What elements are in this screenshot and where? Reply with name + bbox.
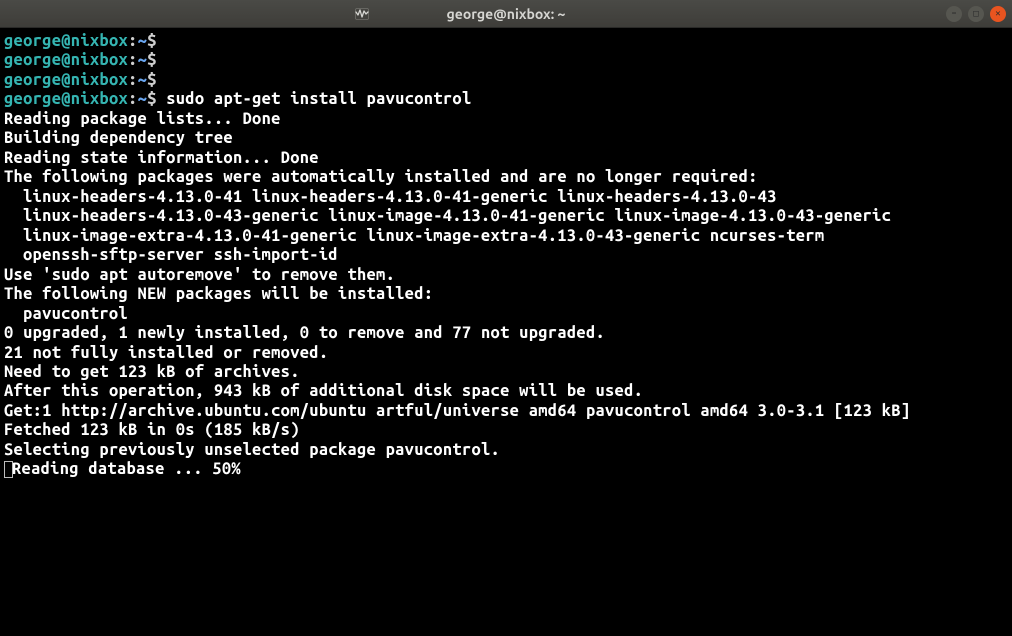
- output-line: Use 'sudo apt autoremove' to remove them…: [4, 266, 1008, 285]
- output-line: pavucontrol: [4, 305, 1008, 324]
- prompt-user: george@nixbox: [4, 51, 128, 69]
- output-line: 21 not fully installed or removed.: [4, 344, 1008, 363]
- prompt-line: george@nixbox:~$: [4, 71, 1008, 90]
- output-line: After this operation, 943 kB of addition…: [4, 382, 1008, 401]
- output-line: Building dependency tree: [4, 129, 1008, 148]
- prompt-sep: :: [128, 51, 138, 69]
- output-line: The following packages were automaticall…: [4, 168, 1008, 187]
- output-line: Reading state information... Done: [4, 149, 1008, 168]
- output-line: linux-image-extra-4.13.0-41-generic linu…: [4, 227, 1008, 246]
- prompt-path: ~: [138, 71, 148, 89]
- output-line: Fetched 123 kB in 0s (185 kB/s): [4, 421, 1008, 440]
- output-line: Need to get 123 kB of archives.: [4, 363, 1008, 382]
- window-title: george@nixbox: ~: [447, 6, 566, 22]
- prompt-user: george@nixbox: [4, 71, 128, 89]
- output-indent: linux-headers-4.13.0-43-generic linux-im…: [4, 207, 891, 226]
- output-line: 0 upgraded, 1 newly installed, 0 to remo…: [4, 324, 1008, 343]
- output-indent: linux-headers-4.13.0-41 linux-headers-4.…: [4, 188, 777, 207]
- maximize-button[interactable]: □: [968, 6, 984, 22]
- command-text: sudo apt-get install pavucontrol: [166, 90, 471, 108]
- window-controls: – □ ✕: [946, 6, 1006, 22]
- output-progress-line: Reading database ... 50%: [4, 460, 1008, 479]
- output-line: Selecting previously unselected package …: [4, 441, 1008, 460]
- output-indent: linux-image-extra-4.13.0-41-generic linu…: [4, 227, 824, 246]
- output-progress-text: Reading database ... 50%: [12, 460, 241, 478]
- prompt-user: george@nixbox: [4, 32, 128, 50]
- prompt-sep: :: [128, 71, 138, 89]
- output-line: openssh-sftp-server ssh-import-id: [4, 246, 1008, 265]
- prompt-path: ~: [138, 51, 148, 69]
- prompt-sep: :: [128, 32, 138, 50]
- output-line: The following NEW packages will be insta…: [4, 285, 1008, 304]
- prompt-symbol: $: [147, 32, 157, 50]
- titlebar: george@nixbox: ~ – □ ✕: [0, 0, 1012, 28]
- app-icon: [355, 8, 369, 20]
- output-line: Reading package lists... Done: [4, 110, 1008, 129]
- output-line: Get:1 http://archive.ubuntu.com/ubuntu a…: [4, 402, 1008, 421]
- prompt-line: george@nixbox:~$: [4, 32, 1008, 51]
- terminal-body[interactable]: george@nixbox:~$ george@nixbox:~$ george…: [0, 28, 1012, 484]
- prompt-symbol: $: [147, 51, 157, 69]
- prompt-sep: :: [128, 90, 138, 108]
- prompt-symbol: $: [147, 90, 157, 108]
- output-line: linux-headers-4.13.0-41 linux-headers-4.…: [4, 188, 1008, 207]
- output-indent: openssh-sftp-server ssh-import-id: [4, 246, 338, 265]
- prompt-path: ~: [138, 90, 148, 108]
- output-indent: pavucontrol: [4, 305, 128, 324]
- prompt-symbol: $: [147, 71, 157, 89]
- prompt-line: george@nixbox:~$: [4, 51, 1008, 70]
- output-line: linux-headers-4.13.0-43-generic linux-im…: [4, 207, 1008, 226]
- close-button[interactable]: ✕: [990, 6, 1006, 22]
- minimize-button[interactable]: –: [946, 6, 962, 22]
- prompt-path: ~: [138, 32, 148, 50]
- prompt-line-with-cmd: george@nixbox:~$ sudo apt-get install pa…: [4, 90, 1008, 109]
- prompt-user: george@nixbox: [4, 90, 128, 108]
